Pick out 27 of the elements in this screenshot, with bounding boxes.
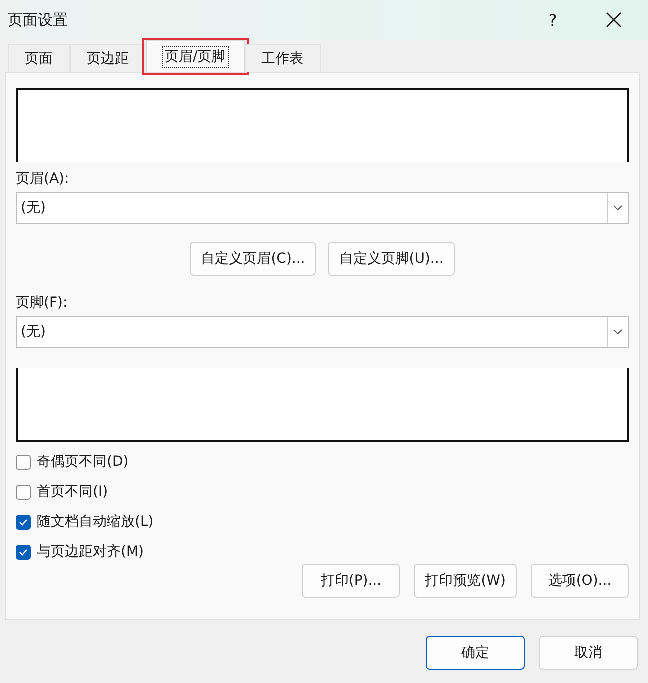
dialog-button[interactable]: 取消 <box>539 636 638 670</box>
checkbox-label: 首页不同(I) <box>37 483 108 501</box>
caret-icon <box>613 205 623 211</box>
tab[interactable]: 页边距 <box>70 44 146 72</box>
close-icon[interactable] <box>604 10 624 30</box>
checkbox[interactable] <box>16 514 31 530</box>
tab[interactable]: 工作表 <box>244 44 321 72</box>
panel-button[interactable]: 打印(P)... <box>302 564 400 598</box>
window-title: 页面设置 <box>8 10 69 30</box>
dialog-button[interactable]: 确定 <box>426 636 525 670</box>
checkbox-label: 奇偶页不同(D) <box>37 453 129 471</box>
custom-button[interactable]: 自定义页眉(C)... <box>190 242 316 276</box>
tab[interactable]: 页面 <box>8 44 70 72</box>
footer-dropdown[interactable]: (无) <box>16 316 629 348</box>
field-label: 页脚(F): <box>16 294 69 312</box>
panel-button[interactable]: 选项(O)... <box>531 564 629 598</box>
header-dropdown[interactable]: (无) <box>16 192 629 224</box>
checkbox-label: 随文档自动缩放(L) <box>37 513 154 531</box>
panel-button[interactable]: 打印预览(W) <box>414 564 517 598</box>
custom-button[interactable]: 自定义页脚(U)... <box>328 242 455 276</box>
checkbox[interactable] <box>16 484 31 500</box>
checkbox[interactable] <box>16 544 31 560</box>
checkbox[interactable] <box>16 454 31 470</box>
caret-icon <box>613 329 623 335</box>
checkbox-label: 与页边距对齐(M) <box>37 543 144 561</box>
help-button[interactable]: ? <box>538 10 568 30</box>
field-label: 页眉(A): <box>16 170 70 188</box>
